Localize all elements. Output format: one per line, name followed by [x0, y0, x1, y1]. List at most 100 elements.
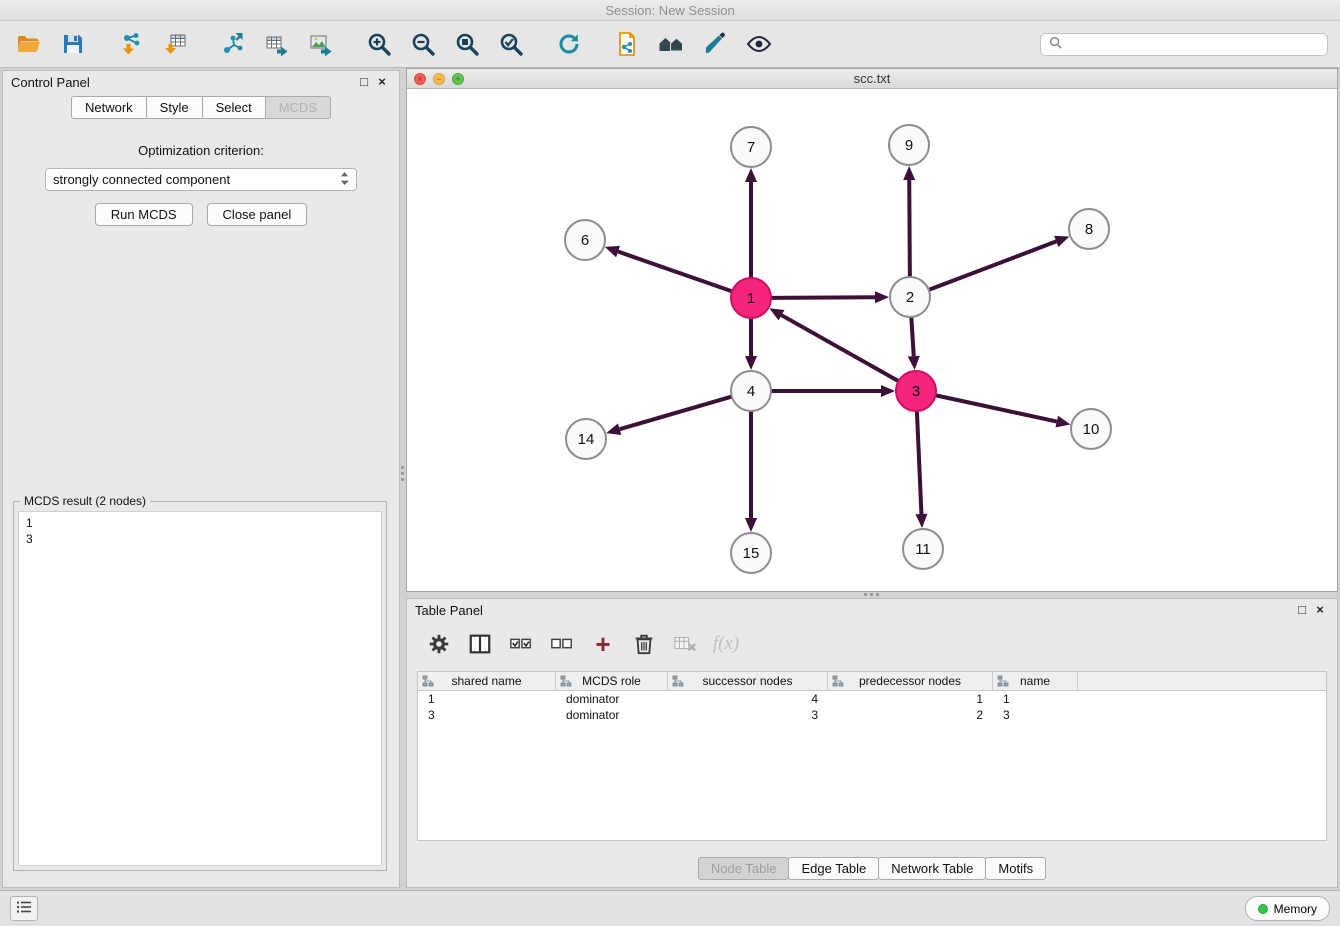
close-panel-icon[interactable]: ×: [373, 73, 391, 91]
graph-edge-arrowhead: [1056, 416, 1071, 428]
add-column-button[interactable]: +: [589, 630, 617, 658]
table-cell[interactable]: 4: [668, 691, 828, 707]
tab-motifs[interactable]: Motifs: [985, 857, 1046, 880]
graph-edge-2-9[interactable]: [909, 180, 910, 277]
column-header-predecessor-nodes[interactable]: predecessor nodes: [828, 672, 993, 690]
graph-edge-3-1[interactable]: [781, 315, 898, 381]
column-header-MCDS-role[interactable]: MCDS role: [556, 672, 668, 690]
task-history-button[interactable]: [10, 896, 38, 921]
table-cell[interactable]: 1: [418, 691, 556, 707]
zoom-selected-icon: [498, 31, 524, 57]
column-header-shared-name[interactable]: shared name: [418, 672, 556, 690]
node-label: 3: [912, 383, 920, 400]
graph-edge-1-6[interactable]: [618, 252, 732, 292]
graph-node-10[interactable]: 10: [1071, 409, 1111, 449]
delete-column-icon: [632, 632, 656, 656]
table-cell[interactable]: 1: [828, 691, 993, 707]
graph-edge-3-10[interactable]: [936, 395, 1057, 421]
graph-node-4[interactable]: 4: [731, 371, 771, 411]
tab-node-table[interactable]: Node Table: [698, 857, 790, 880]
show-details-button[interactable]: [742, 27, 776, 61]
close-panel-button[interactable]: Close panel: [207, 203, 308, 226]
minimize-window-icon[interactable]: −: [433, 73, 445, 85]
graph-edge-2-8[interactable]: [929, 241, 1057, 289]
tab-network-table[interactable]: Network Table: [878, 857, 986, 880]
optimization-criterion-select[interactable]: strongly connected component: [45, 168, 357, 191]
delete-column-button[interactable]: [630, 630, 658, 658]
column-header-successor-nodes[interactable]: successor nodes: [668, 672, 828, 690]
search-icon: [1049, 36, 1062, 52]
table-cell[interactable]: dominator: [556, 707, 668, 723]
graph-node-14[interactable]: 14: [566, 419, 606, 459]
home-view-button[interactable]: [654, 27, 688, 61]
search-input[interactable]: [1068, 37, 1319, 51]
memory-status-dot: [1258, 904, 1268, 914]
tab-edge-table[interactable]: Edge Table: [788, 857, 879, 880]
graph-node-2[interactable]: 2: [890, 277, 930, 317]
show-columns-button[interactable]: [466, 630, 494, 658]
node-label: 1: [747, 290, 755, 307]
memory-button[interactable]: Memory: [1245, 896, 1330, 921]
table-cell[interactable]: 3: [993, 707, 1078, 723]
graph-node-6[interactable]: 6: [565, 220, 605, 260]
control-panel: Control Panel □ × NetworkStyleSelectMCDS…: [2, 70, 400, 888]
node-table: shared nameMCDS rolesuccessor nodesprede…: [417, 671, 1327, 841]
graph-edge-2-3[interactable]: [911, 317, 913, 356]
graph-node-11[interactable]: 11: [903, 529, 943, 569]
zoom-fit-button[interactable]: [450, 27, 484, 61]
float-table-panel-icon[interactable]: □: [1293, 601, 1311, 619]
search-box[interactable]: [1040, 33, 1328, 56]
column-type-icon: [997, 675, 1009, 690]
run-mcds-button[interactable]: Run MCDS: [95, 203, 193, 226]
export-image-button[interactable]: [304, 27, 338, 61]
table-cell[interactable]: 3: [418, 707, 556, 723]
tab-mcds[interactable]: MCDS: [265, 96, 331, 119]
close-table-panel-icon[interactable]: ×: [1311, 601, 1329, 619]
table-cell[interactable]: 1: [993, 691, 1078, 707]
table-row[interactable]: 1dominator411: [418, 691, 1326, 707]
table-cell[interactable]: 2: [828, 707, 993, 723]
export-network-button[interactable]: [216, 27, 250, 61]
graph-node-7[interactable]: 7: [731, 127, 771, 167]
table-settings-button[interactable]: [425, 630, 453, 658]
float-panel-icon[interactable]: □: [355, 73, 373, 91]
table-cell[interactable]: dominator: [556, 691, 668, 707]
graph-node-8[interactable]: 8: [1069, 209, 1109, 249]
close-window-icon[interactable]: ×: [414, 73, 426, 85]
zoom-in-button[interactable]: [362, 27, 396, 61]
graph-node-1[interactable]: 1: [731, 278, 771, 318]
graph-edge-1-2[interactable]: [771, 297, 875, 298]
tab-network[interactable]: Network: [71, 96, 147, 119]
table-panel-header: Table Panel □ ×: [407, 599, 1337, 621]
graph-edge-4-14[interactable]: [620, 397, 732, 430]
unselect-all-columns-button[interactable]: [548, 630, 576, 658]
network-window-titlebar: × − + scc.txt: [407, 69, 1337, 89]
graph-edge-3-11[interactable]: [917, 411, 922, 514]
network-from-document-button[interactable]: [610, 27, 644, 61]
table-row[interactable]: 3dominator323: [418, 707, 1326, 723]
import-table-button[interactable]: [158, 27, 192, 61]
open-file-button[interactable]: [12, 27, 46, 61]
zoom-out-button[interactable]: [406, 27, 440, 61]
export-table-button[interactable]: [260, 27, 294, 61]
main-toolbar: [0, 21, 1340, 68]
column-header-name[interactable]: name: [993, 672, 1078, 690]
network-canvas[interactable]: 7 9 6 8 1 2 4 3 14 10 15 11: [407, 89, 1337, 591]
graph-node-15[interactable]: 15: [731, 533, 771, 573]
graph-node-3[interactable]: 3: [896, 371, 936, 411]
tab-style[interactable]: Style: [146, 96, 203, 119]
apply-layout-button[interactable]: [552, 27, 586, 61]
tab-select[interactable]: Select: [202, 96, 266, 119]
zoom-selected-button[interactable]: [494, 27, 528, 61]
table-cell[interactable]: 3: [668, 707, 828, 723]
column-type-icon: [832, 675, 844, 690]
import-network-button[interactable]: [114, 27, 148, 61]
graph-node-9[interactable]: 9: [889, 125, 929, 165]
select-all-columns-button[interactable]: [507, 630, 535, 658]
toolbar-group: [610, 27, 776, 61]
style-edit-button[interactable]: [698, 27, 732, 61]
zoom-window-icon[interactable]: +: [452, 73, 464, 85]
main-toolbar-buttons: [12, 27, 800, 61]
traffic-lights: × − +: [414, 73, 464, 85]
save-session-button[interactable]: [56, 27, 90, 61]
